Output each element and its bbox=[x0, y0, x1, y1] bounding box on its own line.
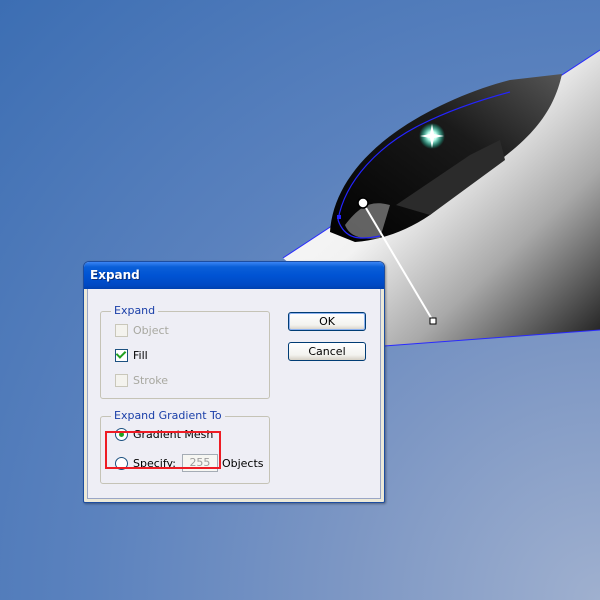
expand-group: Expand Object Fill Stroke bbox=[100, 304, 270, 399]
gradient-end-handle bbox=[429, 317, 437, 325]
stroke-label: Stroke bbox=[133, 374, 169, 387]
fill-option[interactable]: Fill bbox=[115, 348, 148, 362]
expand-gradient-legend: Expand Gradient To bbox=[111, 409, 225, 422]
red-highlight-box bbox=[105, 431, 221, 469]
dialog-body: Expand Object Fill Stroke Expand Gradien… bbox=[87, 289, 381, 499]
cancel-button[interactable]: Cancel bbox=[288, 342, 366, 361]
expand-group-legend: Expand bbox=[111, 304, 159, 317]
object-option: Object bbox=[115, 324, 169, 337]
fill-checkbox[interactable] bbox=[115, 348, 128, 362]
fill-label: Fill bbox=[133, 349, 148, 362]
stroke-checkbox[interactable] bbox=[115, 374, 128, 387]
ok-button[interactable]: OK bbox=[288, 312, 366, 331]
object-label: Object bbox=[133, 324, 169, 337]
expand-dialog: Expand Expand Object Fill Stroke Expand … bbox=[83, 261, 385, 503]
object-checkbox[interactable] bbox=[115, 324, 128, 337]
dialog-titlebar[interactable]: Expand bbox=[84, 262, 384, 289]
checkmark-icon bbox=[115, 348, 127, 359]
gradient-origin-handle bbox=[357, 197, 369, 209]
objects-label: Objects bbox=[221, 456, 264, 470]
dialog-title: Expand bbox=[90, 268, 140, 282]
stroke-option: Stroke bbox=[115, 374, 168, 387]
